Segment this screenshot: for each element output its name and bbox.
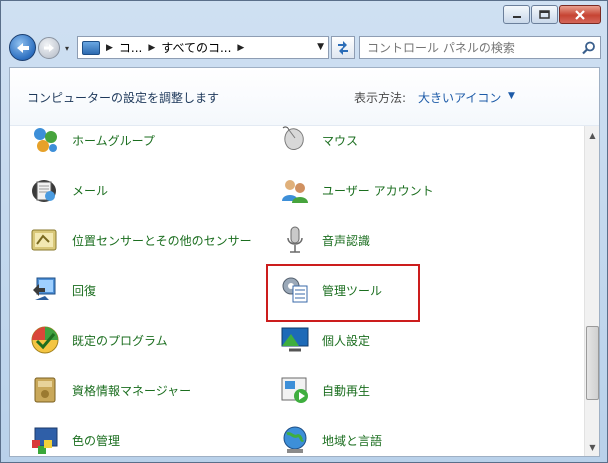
highlight-box: [266, 264, 420, 322]
search-input[interactable]: [360, 40, 578, 55]
close-button[interactable]: [559, 5, 601, 24]
content-header: コンピューターの設定を調整します 表示方法: 大きいアイコン ▼: [10, 68, 599, 126]
item-label[interactable]: 自動再生: [322, 382, 370, 399]
content-pane: コンピューターの設定を調整します 表示方法: 大きいアイコン ▼ ホームグループ…: [9, 67, 600, 457]
item-mouse[interactable]: マウス: [278, 126, 358, 160]
chevron-down-icon[interactable]: ▼: [508, 91, 515, 101]
item-label[interactable]: マウス: [322, 132, 358, 149]
control-panel-items: ホームグループ メール 位置センサーとその他のセンサー 回復 既定のプログラム …: [10, 126, 582, 456]
search-icon[interactable]: [578, 38, 600, 58]
scroll-down-icon[interactable]: ▼: [585, 440, 600, 454]
breadcrumb-item[interactable]: すべてのコ...: [161, 39, 231, 56]
chevron-right-icon[interactable]: ▶: [237, 43, 244, 53]
maximize-button[interactable]: [531, 5, 558, 24]
item-label[interactable]: ホームグループ: [72, 132, 155, 149]
caption-buttons: [502, 5, 601, 24]
item-personalization[interactable]: 個人設定: [278, 320, 370, 360]
item-label[interactable]: 音声認識: [322, 232, 370, 249]
item-label[interactable]: ユーザー アカウント: [322, 182, 434, 199]
search-box[interactable]: [359, 36, 601, 59]
scroll-up-icon[interactable]: ▲: [585, 128, 600, 142]
breadcrumb-item[interactable]: コ...: [119, 39, 142, 56]
forward-button[interactable]: [38, 37, 60, 59]
back-button[interactable]: [9, 34, 36, 61]
item-color-management[interactable]: 色の管理: [28, 420, 120, 456]
control-panel-window: ▾ ▶ コ... ▶ すべてのコ... ▶ ▼ コンピューターの設定を調整します…: [0, 0, 608, 463]
default-programs-icon: [28, 323, 62, 357]
location-sensor-icon: [28, 223, 62, 257]
minimize-icon: [512, 15, 521, 18]
control-panel-icon: [82, 40, 100, 55]
mouse-icon: [278, 126, 312, 157]
page-title: コンピューターの設定を調整します: [27, 91, 220, 105]
item-autoplay[interactable]: 自動再生: [278, 370, 370, 410]
close-icon: [575, 9, 585, 20]
item-label[interactable]: 個人設定: [322, 332, 370, 349]
maximize-icon: [539, 10, 550, 19]
item-mail[interactable]: メール: [28, 170, 108, 210]
vertical-scrollbar[interactable]: ▲ ▼: [584, 126, 599, 456]
chevron-right-icon[interactable]: ▶: [106, 43, 113, 53]
item-label[interactable]: 地域と言語: [322, 432, 382, 449]
microphone-icon: [278, 223, 312, 257]
recent-pages-dropdown[interactable]: ▾: [62, 43, 72, 53]
item-user-accounts[interactable]: ユーザー アカウント: [278, 170, 434, 210]
address-bar: ▾ ▶ コ... ▶ すべてのコ... ▶ ▼: [5, 33, 603, 61]
item-location-sensors[interactable]: 位置センサーとその他のセンサー: [28, 220, 252, 260]
homegroup-icon: [28, 126, 62, 157]
item-homegroup[interactable]: ホームグループ: [28, 126, 155, 160]
region-language-icon: [278, 423, 312, 456]
item-label[interactable]: 既定のプログラム: [72, 332, 168, 349]
forward-arrow-icon: [44, 44, 54, 52]
recovery-icon: [28, 273, 62, 307]
item-credential-manager[interactable]: 資格情報マネージャー: [28, 370, 191, 410]
minimize-button[interactable]: [503, 5, 530, 24]
autoplay-icon: [278, 373, 312, 407]
color-management-icon: [28, 423, 62, 456]
chevron-right-icon[interactable]: ▶: [148, 43, 155, 53]
address-dropdown-icon[interactable]: ▼: [317, 42, 324, 52]
personalization-icon: [278, 323, 312, 357]
item-label[interactable]: 色の管理: [72, 432, 120, 449]
item-label[interactable]: 位置センサーとその他のセンサー: [72, 232, 252, 249]
refresh-icon: [338, 40, 348, 55]
item-speech-recognition[interactable]: 音声認識: [278, 220, 370, 260]
item-label[interactable]: メール: [72, 182, 108, 199]
refresh-button[interactable]: [331, 36, 355, 59]
view-by-dropdown[interactable]: 大きいアイコン: [418, 89, 501, 106]
item-region-language[interactable]: 地域と言語: [278, 420, 382, 456]
item-label[interactable]: 回復: [72, 282, 96, 299]
credential-manager-icon: [28, 373, 62, 407]
back-arrow-icon: [16, 42, 29, 53]
user-accounts-icon: [278, 173, 312, 207]
scroll-thumb[interactable]: [586, 326, 599, 400]
title-bar: [1, 1, 607, 31]
breadcrumb[interactable]: ▶ コ... ▶ すべてのコ... ▶ ▼: [77, 36, 329, 59]
view-by-label: 表示方法:: [354, 91, 407, 105]
item-label[interactable]: 資格情報マネージャー: [72, 382, 191, 399]
item-default-programs[interactable]: 既定のプログラム: [28, 320, 168, 360]
mail-icon: [28, 173, 62, 207]
item-recovery[interactable]: 回復: [28, 270, 96, 310]
